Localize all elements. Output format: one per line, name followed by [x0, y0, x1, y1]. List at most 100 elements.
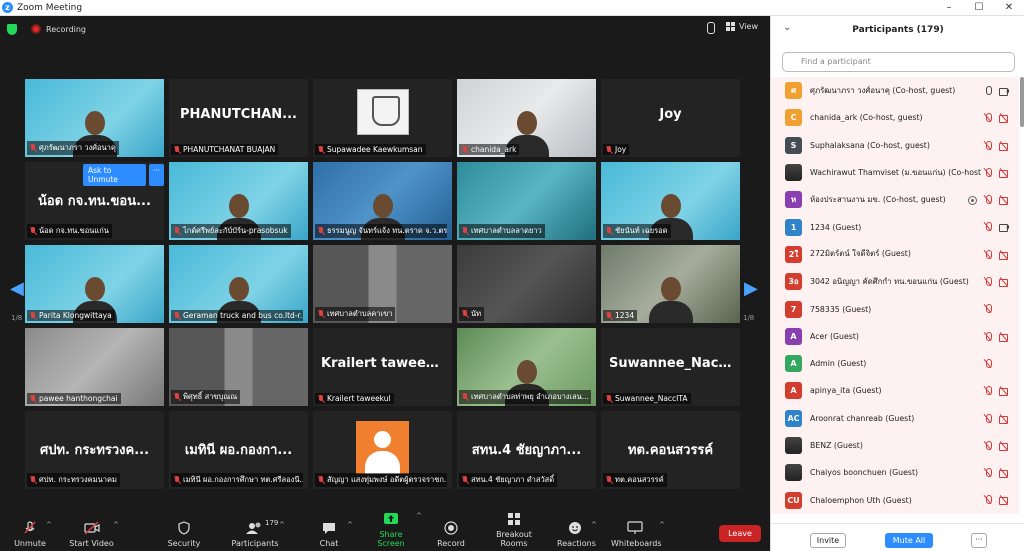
- video-tile[interactable]: เทศบาลตำบลลาดยาว: [457, 162, 596, 240]
- video-off-icon[interactable]: [999, 141, 1009, 151]
- more-options-button[interactable]: ···: [971, 533, 987, 548]
- participant-row[interactable]: Cchanida_ark (Co-host, guest): [771, 104, 1019, 132]
- muted-mic-icon: [462, 145, 468, 154]
- encryption-shield-icon[interactable]: [7, 23, 17, 35]
- video-off-icon[interactable]: [999, 468, 1009, 479]
- zoom-logo-icon: z: [2, 2, 13, 13]
- find-participant-input[interactable]: Find a participant: [782, 52, 1015, 72]
- muted-microphone-icon[interactable]: [983, 386, 993, 396]
- previous-page-arrow-icon[interactable]: ◀: [10, 278, 24, 299]
- participant-row[interactable]: Chaiyos boonchuen (Guest): [771, 459, 1019, 487]
- view-button[interactable]: View: [726, 22, 758, 31]
- video-off-icon[interactable]: [999, 277, 1009, 288]
- participant-row[interactable]: S Suphalaksana (Co-host, guest): [771, 131, 1019, 159]
- ask-to-unmute-button[interactable]: Ask to Unmute: [83, 164, 146, 186]
- minimize-button[interactable]: –: [934, 0, 964, 16]
- video-camera-icon[interactable]: [999, 222, 1009, 233]
- unmute-button[interactable]: ^ Unmute: [12, 521, 52, 548]
- breakout-rooms-button[interactable]: Breakout Rooms: [483, 512, 545, 548]
- close-button[interactable]: ✕: [994, 0, 1024, 16]
- video-tile[interactable]: ธรรมนูญ จันทร์แจ้ง ทน.ตราด จ.ว.ตราด: [313, 162, 452, 240]
- muted-microphone-icon[interactable]: [983, 113, 993, 123]
- video-tile[interactable]: PHANUTCHAN... PHANUTCHANAT BUAJAN: [169, 79, 308, 157]
- video-tile[interactable]: Joy Joy: [601, 79, 740, 157]
- participant-row[interactable]: Aapinya_ita (Guest): [771, 377, 1019, 405]
- muted-microphone-icon[interactable]: [983, 222, 993, 232]
- muted-microphone-icon[interactable]: [983, 440, 993, 451]
- muted-microphone-icon[interactable]: [983, 195, 993, 205]
- video-tile[interactable]: ศปท. กระทรวงค... ศปท. กระทรวงคมนาคม: [25, 411, 164, 489]
- video-tile[interactable]: ไกด์ศรีพย์ละกับ์บัร์น-prasobsuk: [169, 162, 308, 240]
- reactions-button[interactable]: ^ Reactions: [557, 521, 597, 548]
- muted-microphone-icon[interactable]: [983, 167, 993, 178]
- video-tile[interactable]: 1234: [601, 245, 740, 323]
- participant-row[interactable]: 7 758335 (Guest): [771, 295, 1019, 323]
- maximize-button[interactable]: ☐: [964, 0, 994, 16]
- muted-microphone-icon[interactable]: [983, 304, 993, 314]
- video-camera-icon[interactable]: [999, 86, 1009, 96]
- participant-row[interactable]: A Admin (Guest): [771, 349, 1019, 378]
- microphone-icon[interactable]: [983, 86, 993, 96]
- muted-microphone-icon[interactable]: [983, 140, 993, 151]
- recording-icon[interactable]: [31, 24, 41, 34]
- next-page-arrow-icon[interactable]: ▶: [744, 278, 758, 299]
- video-tile[interactable]: เทศบาลตำบลท่าพยุ อำเภอบางเลน...: [457, 328, 596, 406]
- video-tile[interactable]: Suwannee_Nacc... Suwannee_NaccITA: [601, 328, 740, 406]
- video-tile[interactable]: pawee hanthongchai: [25, 328, 164, 406]
- video-off-icon[interactable]: [999, 386, 1009, 397]
- video-tile[interactable]: ทต.คอนสวรรค์ ทต.คอนสวรรค์: [601, 411, 740, 489]
- mute-all-button[interactable]: Mute All: [885, 533, 933, 548]
- tile-more-button[interactable]: ···: [148, 164, 164, 186]
- muted-microphone-icon[interactable]: [983, 331, 993, 342]
- record-button[interactable]: Record: [437, 521, 465, 548]
- video-tile[interactable]: สทน.4 ชัยญาภา... สทน.4 ชัยญาภา ดำสวัสดิ์: [457, 411, 596, 489]
- participants-scrollbar[interactable]: [1020, 77, 1024, 127]
- video-tile[interactable]: นัท: [457, 245, 596, 323]
- participant-row[interactable]: 3อ 3042 อนิญญา คัดศึกกำ ทน.ขอนแก่น (Guest…: [771, 268, 1019, 296]
- self-view-icon[interactable]: [707, 22, 715, 34]
- security-button[interactable]: Security: [167, 521, 201, 548]
- participant-row[interactable]: BENZ (Guest): [771, 431, 1019, 460]
- video-off-icon[interactable]: [999, 495, 1009, 506]
- video-off-icon[interactable]: [999, 168, 1009, 178]
- muted-microphone-icon[interactable]: [983, 413, 993, 424]
- video-off-icon[interactable]: [999, 332, 1009, 342]
- invite-button[interactable]: Invite: [810, 533, 846, 548]
- participant-row[interactable]: 1 1234 (Guest): [771, 213, 1019, 241]
- muted-microphone-icon[interactable]: [983, 358, 993, 369]
- chat-button[interactable]: ^ Chat: [318, 521, 353, 548]
- video-tile[interactable]: เมทินี ผอ.กองกา... เมทินี ผอ.กองการศึกษา …: [169, 411, 308, 489]
- video-off-icon[interactable]: [999, 414, 1009, 424]
- start-video-button[interactable]: ^ Start Video: [69, 521, 119, 548]
- muted-microphone-icon[interactable]: [983, 277, 993, 287]
- participant-row[interactable]: 2ใ 272มิตร์ตน์ ใจดีจิตร์ (Guest): [771, 240, 1019, 269]
- participant-row[interactable]: ห ห้องประสานงาน มข. (Co-host, guest): [771, 186, 1019, 214]
- video-tile[interactable]: chanida_ark: [457, 79, 596, 157]
- video-tile[interactable]: สัญญา แสงทุ่มพงษ์ อดีตผู้ตรวจราชก...: [313, 411, 452, 489]
- video-tile[interactable]: ชัยนันท์ เฉยรอด: [601, 162, 740, 240]
- video-tile[interactable]: Supawadee Kaewkumsan: [313, 79, 452, 157]
- participant-row[interactable]: CU Chaloemphon Uth (Guest): [771, 486, 1019, 514]
- video-tile[interactable]: น้อด กจ.ทน.ขอน... Ask to Unmute ··· น้อด กจ…: [25, 162, 164, 240]
- share-screen-button[interactable]: ^ Share Screen: [366, 512, 422, 548]
- participant-row[interactable]: A Acer (Guest): [771, 322, 1019, 350]
- video-off-icon[interactable]: [999, 250, 1009, 260]
- video-tile[interactable]: ศุภรัฒนาภรา วงศ์อนาคุ: [25, 79, 164, 157]
- video-off-icon[interactable]: [999, 195, 1009, 206]
- video-tile[interactable]: พิศุทธิ์ สาขบุณณ: [169, 328, 308, 406]
- video-off-icon[interactable]: [999, 113, 1009, 124]
- participant-row[interactable]: ศ ศุภรัฒนาภรา วงศ์อนาคุ (Co-host, guest): [771, 77, 1019, 105]
- video-tile[interactable]: Parita Klongwittaya: [25, 245, 164, 323]
- video-tile[interactable]: Krailert taweekul Krailert taweekul: [313, 328, 452, 406]
- muted-microphone-icon[interactable]: [983, 249, 993, 260]
- muted-microphone-icon[interactable]: [983, 495, 993, 505]
- leave-button[interactable]: Leave: [719, 525, 761, 542]
- video-tile[interactable]: Geraman truck and bus co.ltd-r...: [169, 245, 308, 323]
- whiteboards-button[interactable]: ^ Whiteboards: [611, 521, 665, 548]
- participants-button[interactable]: 179 ^ Participants: [231, 519, 285, 548]
- muted-microphone-icon[interactable]: [983, 468, 993, 478]
- video-tile[interactable]: เทศบาลตำบลคาเขา: [313, 245, 452, 323]
- participant-row[interactable]: AC Aroonrat chanreab (Guest): [771, 404, 1019, 432]
- video-off-icon[interactable]: [999, 441, 1009, 451]
- participant-row[interactable]: Wachirawut Thamviset (ม.ขอนแก่น) (Co-hos…: [771, 158, 1019, 187]
